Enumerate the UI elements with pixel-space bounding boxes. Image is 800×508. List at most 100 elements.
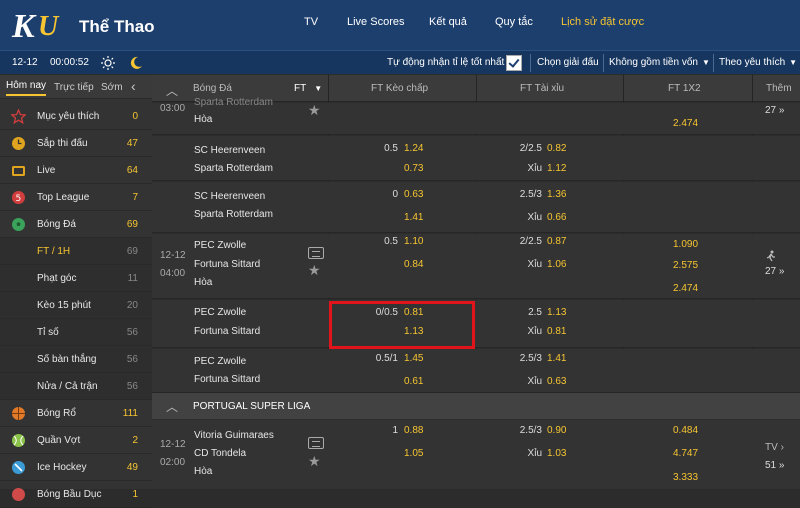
stats-icon[interactable] (308, 437, 324, 449)
odd-handicap-away[interactable]: 0.84 (404, 259, 423, 270)
odd-over[interactable]: 1.41 (547, 353, 566, 364)
sidebar-item-soccer[interactable]: Bóng Đá 69 (0, 211, 152, 238)
sun-icon[interactable] (100, 55, 116, 71)
current-date: 12-12 (12, 57, 38, 68)
nav-rules[interactable]: Quy tắc (495, 16, 533, 28)
period-label: FT (294, 83, 307, 94)
tv-link[interactable]: TV › (765, 442, 784, 453)
tab-live[interactable]: Trực tiếp (54, 82, 94, 93)
sidebar-item-count: 56 (126, 327, 138, 338)
odd-handicap-home[interactable]: 0.63 (404, 189, 423, 200)
sidebar-item-rugby[interactable]: Bóng Bầu Dục 1 (0, 481, 152, 508)
odd-under[interactable]: 0.81 (547, 326, 566, 337)
team-home: PEC Zwolle (194, 356, 247, 367)
column-1x2: FT 1X2 (668, 83, 701, 94)
sidebar-item-live[interactable]: Live 64 (0, 157, 152, 184)
favorite-star-icon[interactable]: ★ (308, 453, 321, 470)
odd-home-win[interactable]: 1.090 (673, 239, 698, 250)
sidebar-item-count: 56 (126, 381, 138, 392)
sidebar-item-label: Sắp thi đấu (37, 138, 88, 149)
sidebar-subitem-half-full[interactable]: Nửa / Cả trận 56 (0, 373, 152, 400)
favorite-star-icon[interactable]: ★ (308, 102, 321, 119)
odd-handicap-home[interactable]: 1.45 (404, 353, 423, 364)
capital-label: Không gồm tiền vốn (609, 57, 698, 68)
sidebar-item-ice-hockey[interactable]: Ice Hockey 49 (0, 454, 152, 481)
odd-over[interactable]: 0.90 (547, 425, 566, 436)
chevron-up-icon[interactable]: ︿ (166, 398, 178, 415)
team-away: Fortuna Sittard (194, 259, 261, 270)
tab-today[interactable]: Hôm nay (6, 80, 47, 96)
sidebar-item-tennis[interactable]: Quần Vợt 2 (0, 427, 152, 454)
more-bets-link[interactable]: 51 » (765, 460, 784, 471)
sidebar-subitem-15min[interactable]: Kèo 15 phút 20 (0, 292, 152, 319)
favorite-star-icon[interactable]: ★ (308, 262, 321, 279)
nav-tv[interactable]: TV (304, 16, 318, 28)
period-select[interactable]: FT ▼ (294, 83, 322, 94)
match-time: 02:00 (160, 457, 186, 468)
sidebar-subitem-corners[interactable]: Phạt góc 11 (0, 265, 152, 292)
odd-draw[interactable]: 2.474 (673, 118, 698, 129)
sidebar-subitem-ft-1h[interactable]: FT / 1H 69 (0, 238, 152, 265)
nav-results[interactable]: Kết quả (429, 16, 467, 28)
collapse-sidebar-icon[interactable]: ‹ (131, 78, 136, 94)
odd-handicap-home[interactable]: 0.88 (404, 425, 423, 436)
sidebar-item-count: 111 (122, 408, 138, 419)
divider (603, 54, 604, 72)
odd-over[interactable]: 0.82 (547, 143, 566, 154)
more-bets-link[interactable]: 27 » (765, 105, 784, 116)
double-chevron-right-icon: » (778, 105, 785, 116)
more-bets-link[interactable]: 27 » (765, 266, 784, 277)
odd-handicap-home[interactable]: 1.10 (404, 236, 423, 247)
stats-icon[interactable] (308, 247, 324, 259)
ku-logo[interactable]: K U (10, 5, 70, 45)
sidebar-item-favorites[interactable]: Mục yêu thích 0 (0, 103, 152, 130)
chevron-up-icon[interactable]: ︿ (166, 82, 178, 99)
sidebar-item-count: 20 (126, 300, 138, 311)
handicap-line: 0.5/1 (375, 353, 398, 364)
odd-draw[interactable]: 3.333 (673, 472, 698, 483)
odd-under[interactable]: 1.03 (547, 448, 566, 459)
odd-over[interactable]: 1.13 (547, 307, 566, 318)
over-under-line: 2.5/3 (519, 425, 542, 436)
odd-over[interactable]: 1.36 (547, 189, 566, 200)
odd-under[interactable]: 0.66 (547, 212, 566, 223)
sidebar-subitem-score[interactable]: Tỉ số 56 (0, 319, 152, 346)
sidebar-item-label: Bóng Bầu Dục (37, 489, 102, 500)
odd-away-win[interactable]: 4.747 (673, 448, 698, 459)
table-row: PEC Zwolle Fortuna Sittard 0.5/1 1.45 0.… (152, 349, 800, 393)
odd-over[interactable]: 0.87 (547, 236, 566, 247)
divider (713, 54, 714, 72)
sidebar-item-label: Kèo 15 phút (37, 300, 91, 311)
nav-bet-history[interactable]: Lịch sử đặt cược (561, 16, 644, 28)
auto-accept-checkbox[interactable] (506, 55, 522, 71)
under-label: Xỉu (527, 326, 542, 337)
draw-label: Hòa (194, 114, 213, 125)
odd-handicap-home[interactable]: 1.24 (404, 143, 423, 154)
capital-select[interactable]: Không gồm tiền vốn ▼ (609, 57, 710, 68)
sidebar-item-upcoming[interactable]: Sắp thi đấu 47 (0, 130, 152, 157)
league-select-button[interactable]: Chọn giải đấu (537, 57, 599, 68)
moon-icon[interactable] (128, 55, 144, 71)
odd-under[interactable]: 0.63 (547, 376, 566, 387)
auto-accept-label: Tự động nhận tỉ lệ tốt nhất (387, 57, 505, 68)
odd-home-win[interactable]: 0.484 (673, 425, 698, 436)
top-league-icon: 5 (12, 191, 25, 204)
odd-handicap-away[interactable]: 1.41 (404, 212, 423, 223)
sidebar-item-top-league[interactable]: 5 Top League 7 (0, 184, 152, 211)
odd-handicap-away[interactable]: 1.05 (404, 448, 423, 459)
league-header[interactable]: ︿ PORTUGAL SUPER LIGA (152, 393, 800, 419)
sort-select[interactable]: Theo yêu thích ▼ (719, 57, 797, 68)
draw-label: Hòa (194, 466, 213, 477)
odd-handicap-away[interactable]: 0.61 (404, 376, 423, 387)
odd-handicap-away[interactable]: 0.73 (404, 163, 423, 174)
odd-draw[interactable]: 2.474 (673, 283, 698, 294)
live-running-icon[interactable] (765, 250, 777, 262)
sidebar-item-basketball[interactable]: Bóng Rổ 111 (0, 400, 152, 427)
table-row: 12-12 04:00 PEC Zwolle Fortuna Sittard H… (152, 234, 800, 299)
odd-under[interactable]: 1.12 (547, 163, 566, 174)
odd-under[interactable]: 1.06 (547, 259, 566, 270)
sidebar-subitem-goals[interactable]: Số bàn thắng 56 (0, 346, 152, 373)
nav-live-scores[interactable]: Live Scores (347, 16, 404, 28)
tab-early[interactable]: Sớm (101, 82, 123, 93)
odd-away-win[interactable]: 2.575 (673, 260, 698, 271)
